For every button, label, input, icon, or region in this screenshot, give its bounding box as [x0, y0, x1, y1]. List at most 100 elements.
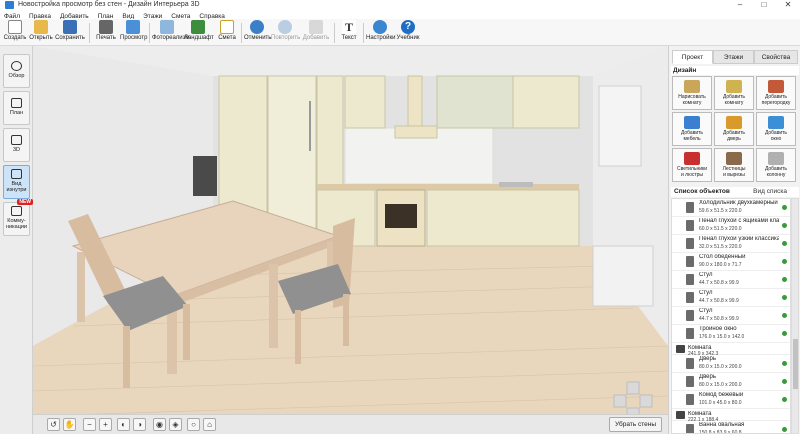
close-button[interactable]: ✕: [776, 0, 800, 10]
settings-button[interactable]: Настройки: [366, 20, 395, 45]
zoom-in-icon[interactable]: +: [99, 418, 112, 431]
object-name: Стол обеденный: [699, 254, 746, 260]
object-row[interactable]: Тройное окно 176.0 x 15.0 x 142.0: [672, 325, 790, 343]
object-row[interactable]: Комод бежевый 101.0 x 45.0 x 80.0: [672, 391, 790, 409]
minimize-button[interactable]: –: [728, 0, 752, 10]
countertop: [317, 184, 579, 190]
visibility-eye-icon[interactable]: [782, 379, 787, 384]
visibility-eye-icon[interactable]: [782, 361, 787, 366]
panel-tabs: Проект Этажи Свойства: [669, 50, 800, 64]
hand-pan-icon[interactable]: ✋: [63, 418, 76, 431]
add-room-button[interactable]: Добавить комнату: [714, 76, 754, 110]
home-icon[interactable]: ⌂: [203, 418, 216, 431]
object-group-row[interactable]: Комната 222.1 x 188.4: [672, 409, 790, 423]
estimate-button[interactable]: Смета: [216, 20, 238, 45]
tab-properties[interactable]: Свойства: [754, 50, 798, 64]
toolbar-separator: [363, 23, 364, 43]
visibility-eye-icon[interactable]: [782, 277, 787, 282]
visibility-eye-icon[interactable]: [782, 313, 787, 318]
object-dimensions: 44.7 x 50.8 x 99.9: [699, 280, 739, 286]
eye-height-icon[interactable]: ◉: [153, 418, 166, 431]
zoom-out-icon[interactable]: −: [83, 418, 96, 431]
object-name: Дверь: [699, 374, 716, 380]
scrollbar-thumb[interactable]: [793, 339, 798, 389]
help-question-icon: ?: [401, 20, 415, 34]
column-icon: [768, 152, 784, 165]
object-name: Стул: [699, 290, 713, 296]
visibility-eye-icon[interactable]: [782, 259, 787, 264]
add-window-button[interactable]: Добавить окно: [756, 112, 796, 146]
object-dimensions: 80.0 x 15.0 x 200.0: [699, 382, 742, 388]
object-name: Стул: [699, 308, 713, 314]
open-button[interactable]: Открыть: [29, 20, 53, 45]
nav-left-arrow-icon[interactable]: [613, 394, 627, 408]
list-view-toggle[interactable]: Вид списка: [753, 187, 787, 197]
tree-icon: [191, 20, 205, 34]
object-name: Пенал глухой узкий классика: [699, 236, 779, 242]
undo-button[interactable]: Отменить: [244, 20, 271, 45]
rotate-left-icon[interactable]: ↺: [47, 418, 60, 431]
tab-project[interactable]: Проект: [672, 50, 713, 64]
object-row[interactable]: Дверь 80.0 x 15.0 x 200.0: [672, 355, 790, 373]
visibility-eye-icon[interactable]: [782, 295, 787, 300]
rotate-view-left-icon[interactable]: ◐: [117, 418, 130, 431]
3d-viewport[interactable]: [33, 46, 668, 434]
visibility-eye-icon[interactable]: [782, 427, 787, 432]
virtual-visit-button[interactable]: Вид изнутри: [3, 165, 30, 199]
object-thumbnail-icon: [686, 424, 694, 433]
light-bulb-icon[interactable]: ○: [187, 418, 200, 431]
object-row[interactable]: Пенал глухой с ящиками классис... 60.0 x …: [672, 217, 790, 235]
table-leg: [167, 304, 177, 374]
object-list[interactable]: Холодильник двухкамерный бе... 59.6 x 51.…: [671, 198, 791, 434]
add-partition-button[interactable]: Добавить перегородку: [756, 76, 796, 110]
add-door-button[interactable]: Добавить дверь: [714, 112, 754, 146]
camera-icon[interactable]: ◈: [169, 418, 182, 431]
visibility-eye-icon[interactable]: [782, 205, 787, 210]
object-group-row[interactable]: Комната 241.9 x 342.3: [672, 343, 790, 357]
object-row[interactable]: Ванна овальная 150.8 x 83.9 x 60.8: [672, 421, 790, 433]
add-column-button[interactable]: Добавить колонну: [756, 148, 796, 182]
nav-up-arrow-icon[interactable]: [626, 381, 640, 395]
tab-floors[interactable]: Этажи: [713, 50, 754, 64]
maximize-button[interactable]: □: [752, 0, 776, 10]
object-row[interactable]: Стул 44.7 x 50.8 x 99.9: [672, 289, 790, 307]
object-row[interactable]: Пенал глухой узкий классика 32.0 x 51.5 x…: [672, 235, 790, 253]
nav-right-arrow-icon[interactable]: [639, 394, 653, 408]
draw-room-button[interactable]: Нарисовать комнату: [672, 76, 712, 110]
object-dimensions: 90.0 x 180.0 x 71.7: [699, 262, 742, 268]
stairs-button[interactable]: Лестницы и вырезы: [714, 148, 754, 182]
create-button[interactable]: Создать: [3, 20, 27, 45]
visibility-eye-icon[interactable]: [782, 223, 787, 228]
visibility-eye-icon[interactable]: [782, 397, 787, 402]
landscape-button[interactable]: Ландшафт: [184, 20, 214, 45]
object-row[interactable]: Холодильник двухкамерный бе... 59.6 x 51.…: [672, 199, 790, 217]
redo-button[interactable]: Повторить: [271, 20, 300, 45]
add-furniture-button[interactable]: Добавить мебель: [672, 112, 712, 146]
visibility-eye-icon[interactable]: [782, 241, 787, 246]
plan-view-button[interactable]: План: [3, 91, 30, 125]
rotate-view-right-icon[interactable]: ◑: [133, 418, 146, 431]
save-button[interactable]: Сохранить: [55, 20, 85, 45]
communications-button[interactable]: NEW Комму- никации: [3, 199, 33, 236]
text-button[interactable]: T Текст: [338, 20, 360, 45]
estimate-document-icon: [220, 20, 234, 34]
3d-view-button[interactable]: 3D: [3, 128, 30, 162]
printer-icon: [99, 20, 113, 34]
photorealism-button[interactable]: Фотореализм: [152, 20, 190, 45]
tutorial-button[interactable]: ? Учебник: [396, 20, 420, 45]
object-row[interactable]: Дверь 80.0 x 15.0 x 200.0: [672, 373, 790, 391]
object-row[interactable]: Стул 44.7 x 50.8 x 99.9: [672, 271, 790, 289]
object-dimensions: 176.0 x 15.0 x 142.0: [699, 334, 745, 340]
object-row[interactable]: Стол обеденный 90.0 x 180.0 x 71.7: [672, 253, 790, 271]
overview-button[interactable]: Обзор: [3, 54, 30, 88]
table-leg: [77, 252, 85, 322]
object-row[interactable]: Стул 44.7 x 50.8 x 99.9: [672, 307, 790, 325]
print-button[interactable]: Печать: [94, 20, 118, 45]
object-dimensions: 80.0 x 15.0 x 200.0: [699, 364, 742, 370]
preview-button[interactable]: Просмотр: [120, 20, 147, 45]
add-to-favorites-button[interactable]: Добавить: [301, 20, 331, 45]
object-list-scrollbar[interactable]: [791, 198, 799, 434]
remove-walls-button[interactable]: Убрать стены: [609, 417, 662, 432]
visibility-eye-icon[interactable]: [782, 331, 787, 336]
lighting-button[interactable]: Светильники и люстры: [672, 148, 712, 182]
